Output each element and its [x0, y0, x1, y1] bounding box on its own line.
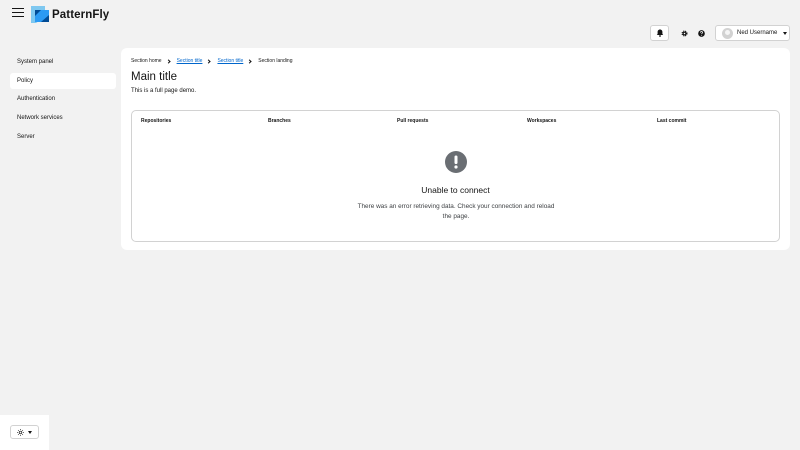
- sidebar-item-network-services[interactable]: Network services: [10, 110, 116, 126]
- breadcrumb: Section home Section title Section title…: [131, 58, 293, 64]
- hamburger-menu-icon[interactable]: [12, 8, 24, 20]
- sidebar-item-server[interactable]: Server: [10, 129, 116, 145]
- page-title: Main title: [131, 71, 178, 83]
- masthead: PatternFly Ned Username: [0, 0, 800, 48]
- empty-state-title: Unable to connect: [421, 185, 490, 195]
- breadcrumb-item-home[interactable]: Section home: [131, 58, 162, 64]
- question-circle-icon: [697, 29, 705, 37]
- settings-button[interactable]: [677, 26, 691, 40]
- caret-down-icon: [783, 31, 788, 35]
- column-header-last-commit[interactable]: Last commit: [657, 118, 686, 124]
- bell-icon: [656, 29, 663, 37]
- sidebar-item-authentication[interactable]: Authentication: [10, 91, 116, 107]
- gear-icon: [681, 30, 687, 36]
- sidebar-nav: System panel Policy Authentication Netwo…: [10, 54, 116, 147]
- user-dropdown[interactable]: Ned Username: [715, 25, 790, 41]
- sidebar-item-system-panel[interactable]: System panel: [10, 54, 116, 70]
- breadcrumb-item-section-title[interactable]: Section title: [177, 58, 203, 64]
- chevron-right-icon: [247, 58, 252, 64]
- empty-state-body: There was an error retrieving data. Chec…: [357, 203, 555, 220]
- notifications-button[interactable]: [650, 25, 669, 41]
- help-button[interactable]: [694, 26, 708, 40]
- page-description: This is a full page demo.: [131, 88, 197, 94]
- chevron-right-icon: [165, 58, 171, 64]
- theme-panel: [0, 415, 49, 450]
- caret-down-icon: [28, 430, 32, 434]
- avatar: [722, 27, 733, 39]
- brand-logo[interactable]: PatternFly: [31, 6, 109, 23]
- breadcrumb-item-section-title[interactable]: Section title: [217, 58, 243, 64]
- sun-icon: [17, 428, 24, 436]
- brand-name: PatternFly: [52, 8, 110, 21]
- data-table: Repositories Branches Pull requests Work…: [131, 110, 780, 242]
- column-header-workspaces[interactable]: Workspaces: [527, 118, 556, 124]
- theme-toggle-button[interactable]: [10, 425, 39, 439]
- main-content: Section home Section title Section title…: [121, 48, 790, 250]
- column-header-repositories[interactable]: Repositories: [141, 118, 171, 124]
- user-name: Ned Username: [737, 30, 778, 36]
- exclamation-circle-icon: [445, 151, 467, 173]
- patternfly-logo-icon: [31, 6, 49, 23]
- column-header-pull-requests[interactable]: Pull requests: [397, 118, 428, 124]
- column-header-branches[interactable]: Branches: [268, 118, 291, 124]
- chevron-right-icon: [206, 58, 212, 64]
- breadcrumb-item-current: Section landing: [258, 58, 293, 64]
- sidebar-item-policy[interactable]: Policy: [10, 72, 116, 89]
